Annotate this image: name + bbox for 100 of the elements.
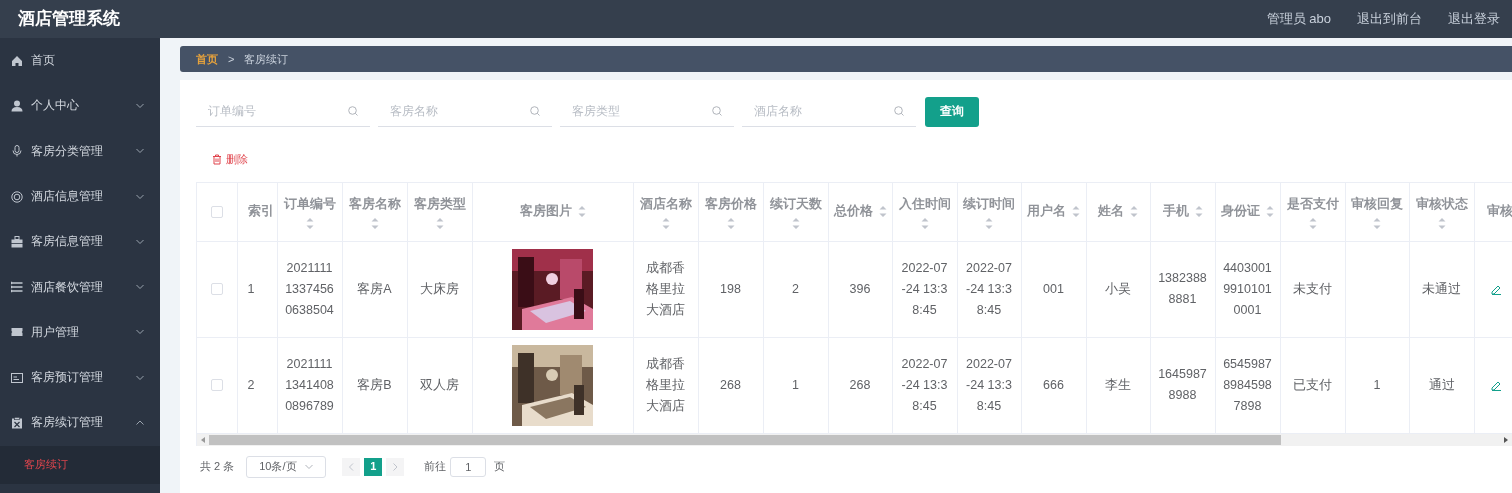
table-cell: 2 xyxy=(247,377,255,392)
sort-icon[interactable] xyxy=(1437,217,1446,229)
header-link[interactable]: 退出登录 xyxy=(1448,9,1500,29)
search-icon xyxy=(712,106,722,116)
sidebar-item[interactable]: 用户管理 xyxy=(0,309,160,356)
target-icon xyxy=(11,190,23,203)
search-icon xyxy=(894,106,904,116)
sort-icon[interactable] xyxy=(370,217,379,229)
table-cell: 268 xyxy=(720,377,741,392)
table-cell: 客房A xyxy=(357,281,392,296)
sort-icon[interactable] xyxy=(1072,206,1080,218)
breadcrumb-link[interactable]: 首页 xyxy=(196,50,218,68)
column-header[interactable]: 客房价格 xyxy=(704,194,757,214)
page-button[interactable]: 1 xyxy=(364,457,383,476)
column-header[interactable]: 总价格 xyxy=(833,202,873,222)
column-header[interactable]: 客房名称 xyxy=(348,194,401,214)
table-cell: 666 xyxy=(1043,377,1064,392)
sidebar-item[interactable]: 个人中心 xyxy=(0,83,160,129)
search-field[interactable]: 订单编号 xyxy=(196,96,370,127)
table-cell: 李生 xyxy=(1105,377,1131,392)
checkbox[interactable] xyxy=(210,206,223,219)
column-header[interactable]: 是否支付 xyxy=(1286,194,1339,214)
search-field[interactable]: 客房类型 xyxy=(560,96,734,127)
column-header[interactable]: 审核 xyxy=(1486,202,1512,222)
next-page-button[interactable] xyxy=(386,457,405,476)
chevron-left-icon xyxy=(348,462,354,471)
sort-icon[interactable] xyxy=(1266,206,1274,218)
sort-icon[interactable] xyxy=(661,217,670,229)
table-cell: 未支付 xyxy=(1293,281,1332,296)
checkbox[interactable] xyxy=(210,379,223,392)
app-title: 酒店管理系统 xyxy=(18,8,120,31)
sidebar-item[interactable]: 客房预订管理 xyxy=(0,355,160,401)
sort-icon[interactable] xyxy=(726,217,735,229)
column-header[interactable]: 审核状态 xyxy=(1415,194,1468,214)
page-suffix: 页 xyxy=(494,459,506,475)
sort-icon[interactable] xyxy=(1194,206,1203,218)
column-header[interactable]: 手机 xyxy=(1162,202,1189,222)
table-cell: 440300199101010001 xyxy=(1223,260,1272,317)
user-link[interactable]: 管理员 abo xyxy=(1266,9,1331,29)
scroll-left-icon[interactable] xyxy=(201,436,205,443)
column-header[interactable]: 入住时间 xyxy=(898,194,951,214)
previous-page-button[interactable] xyxy=(342,457,361,476)
column-header[interactable]: 客房图片 xyxy=(519,202,572,222)
sort-icon[interactable] xyxy=(878,206,887,218)
table-cell: 通过 xyxy=(1428,377,1455,392)
column-header[interactable]: 身份证 xyxy=(1221,202,1260,222)
ticket-icon xyxy=(11,326,23,339)
column-header[interactable]: 续订天数 xyxy=(769,194,822,214)
table-cell: 396 xyxy=(849,281,871,296)
edit-icon[interactable] xyxy=(1490,283,1502,295)
table-cell: 654598789845987898 xyxy=(1223,356,1272,413)
table-cell: 2022-07-24 13:38:45 xyxy=(901,356,948,413)
scrollbar-thumb[interactable] xyxy=(209,434,1281,445)
sort-icon[interactable] xyxy=(1373,217,1381,229)
table-cell: 13823888881 xyxy=(1158,271,1207,306)
table-cell: 2022-07-24 13:38:45 xyxy=(901,260,948,317)
column-header[interactable]: 用户名 xyxy=(1027,202,1066,222)
column-header[interactable]: 审核回复 xyxy=(1351,194,1403,214)
page-size-select[interactable]: 10条/页 xyxy=(246,455,327,478)
sidebar-item[interactable]: 首页 xyxy=(0,38,160,84)
search-field[interactable]: 客房名称 xyxy=(378,96,552,127)
table-cell: 1 xyxy=(1373,377,1381,392)
sort-icon[interactable] xyxy=(305,217,314,229)
table-cell: 1 xyxy=(792,377,799,392)
column-header[interactable]: 客房类型 xyxy=(413,194,466,214)
table-cell: 202111113374560638504 xyxy=(285,260,334,317)
sidebar-item[interactable]: 客房分类管理 xyxy=(0,128,160,174)
table-cell: 2022-07-24 13:38:45 xyxy=(966,356,1012,413)
column-header[interactable]: 订单编号 xyxy=(283,194,336,214)
scroll-right-icon[interactable] xyxy=(1504,436,1508,443)
table-cell: 001 xyxy=(1043,281,1064,296)
table-cell: 16459878988 xyxy=(1158,367,1207,402)
sort-icon[interactable] xyxy=(1308,217,1317,229)
sidebar-item[interactable]: 酒店信息管理 xyxy=(0,173,160,220)
submenu-item[interactable]: 客房续订 xyxy=(0,445,160,484)
sidebar-item[interactable]: 客房信息管理 xyxy=(0,219,160,265)
page-input[interactable]: 1 xyxy=(450,456,487,477)
sort-icon[interactable] xyxy=(577,206,586,218)
list-icon xyxy=(11,281,23,294)
column-header[interactable]: 续订时间 xyxy=(963,194,1015,214)
sort-icon[interactable] xyxy=(791,217,800,229)
search-field[interactable]: 酒店名称 xyxy=(742,96,916,127)
card-icon xyxy=(11,371,23,384)
header-link[interactable]: 退出到前台 xyxy=(1357,9,1422,29)
sort-icon[interactable] xyxy=(435,217,444,229)
column-header[interactable]: 酒店名称 xyxy=(639,194,692,214)
sort-icon[interactable] xyxy=(1130,206,1138,218)
user-icon xyxy=(11,99,23,112)
home-icon xyxy=(11,54,23,67)
checkbox[interactable] xyxy=(210,283,223,296)
delete-button[interactable]: 删除 xyxy=(196,150,248,168)
sort-icon[interactable] xyxy=(985,217,993,229)
sidebar-item[interactable]: 酒店餐饮管理 xyxy=(0,264,160,310)
column-header[interactable]: 索引 xyxy=(247,202,274,222)
column-header[interactable]: 姓名 xyxy=(1098,202,1124,222)
sidebar-item[interactable]: 客房续订管理 xyxy=(0,400,160,446)
table-cell: 268 xyxy=(849,377,871,392)
edit-icon[interactable] xyxy=(1490,379,1502,391)
search-button[interactable]: 查询 xyxy=(925,96,979,127)
sort-icon[interactable] xyxy=(920,217,929,229)
